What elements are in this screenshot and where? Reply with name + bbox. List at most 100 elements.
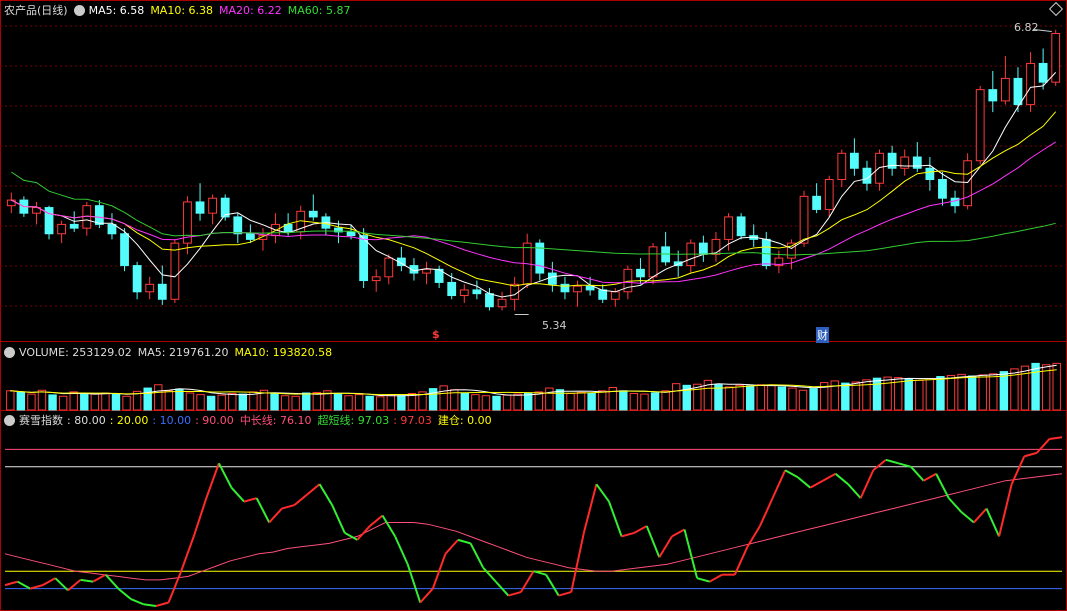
volume-bar — [735, 384, 744, 411]
short-line-segment — [293, 493, 308, 506]
dropdown-icon[interactable] — [4, 414, 15, 426]
short-line-segment — [281, 504, 295, 510]
candle-body — [371, 276, 381, 282]
volume-bar — [428, 388, 438, 411]
volume-bar — [999, 371, 1009, 411]
candle-body — [120, 233, 129, 267]
volume-bar — [978, 374, 987, 411]
volume-bar — [872, 377, 882, 411]
short-line-segment — [29, 584, 44, 590]
volume-bar — [587, 392, 596, 411]
volume-bar — [809, 388, 818, 411]
ma10-legend: MA10: 6.38 — [150, 3, 214, 17]
indicator-v90: : 90.00 — [195, 413, 234, 427]
volume-bar — [851, 381, 861, 411]
volume-bar — [619, 390, 628, 411]
candle-body — [459, 289, 469, 297]
volume-bar — [481, 395, 491, 411]
volume-bar — [1020, 365, 1030, 411]
volume-bar — [238, 393, 248, 411]
candle-body — [69, 223, 79, 229]
volume-bar — [788, 387, 797, 411]
short-line-segment — [822, 472, 836, 482]
short-line-segment — [230, 487, 245, 503]
volume-bar — [280, 395, 290, 411]
indicator-mid-line: 中长线: 76.10 — [239, 414, 312, 427]
price-legend: 农产品(日线) MA5: 6.58 MA10: 6.38 MA20: 6.22 … — [0, 2, 350, 18]
volume-bar — [58, 395, 68, 411]
volume-bar — [185, 392, 195, 411]
short-line-segment — [356, 525, 371, 541]
volume-bar — [841, 382, 850, 411]
short-line-segment — [784, 469, 799, 479]
candle-body — [849, 152, 859, 169]
short-line-segment — [621, 531, 635, 538]
candle-body — [900, 156, 910, 169]
short-line-segment — [255, 497, 271, 523]
candle-body — [359, 235, 369, 282]
candle-body — [925, 167, 935, 180]
candle-body — [233, 216, 243, 235]
short-line-segment — [733, 546, 749, 576]
volume-bar — [354, 394, 364, 411]
candle-body — [711, 238, 721, 255]
short-line-segment — [268, 507, 283, 524]
candle-body — [245, 233, 255, 240]
short-line-segment — [797, 476, 811, 489]
dropdown-icon[interactable] — [73, 4, 85, 16]
volume-bar — [386, 394, 396, 411]
candle-body — [610, 291, 620, 300]
ma5-legend: MA5: 6.58 — [88, 3, 145, 17]
short-line-segment — [1023, 451, 1038, 458]
dollar-marker[interactable]: $ — [432, 328, 440, 341]
short-line-segment — [859, 469, 875, 499]
volume-bar — [492, 395, 501, 411]
volume-bar — [545, 387, 554, 411]
short-line-segment — [608, 501, 623, 537]
candle-body — [963, 160, 973, 207]
candle-body — [547, 272, 557, 285]
indicator-v20: : 20.00 — [109, 413, 149, 427]
volume-bar — [460, 392, 469, 411]
candle-body — [988, 89, 998, 102]
low-price-label: 5.34 — [542, 319, 567, 332]
indicator-v80: : 80.00 — [67, 413, 106, 427]
short-line-segment — [923, 472, 937, 482]
candle-body — [787, 242, 796, 259]
indicator-legend: 赛雪指数 : 80.00 : 20.00 : 10.00 : 90.00 中长线… — [0, 412, 492, 428]
candle-body — [510, 283, 520, 300]
candle-body — [824, 178, 834, 210]
short-line-segment — [570, 532, 585, 593]
volume-bar — [724, 386, 734, 411]
volume-bar — [101, 392, 110, 411]
short-line-segment — [582, 483, 598, 534]
volume-bar — [206, 395, 216, 411]
volume-bar — [671, 383, 681, 411]
volume-bar — [217, 394, 226, 411]
candle-body — [107, 223, 117, 235]
short-line-segment — [318, 483, 334, 506]
volume-bar — [302, 392, 311, 411]
volume-bar — [946, 374, 956, 411]
volume-bar — [883, 376, 892, 411]
volume-bar — [915, 379, 924, 411]
short-line-segment — [457, 538, 471, 545]
candle-body — [1000, 77, 1010, 102]
candle-body — [195, 201, 205, 214]
candle-body — [837, 152, 847, 180]
candle-body — [308, 210, 318, 218]
short-line-segment — [960, 511, 975, 524]
candle-body — [497, 298, 507, 308]
candle-body — [698, 242, 708, 255]
dropdown-icon[interactable] — [4, 346, 15, 358]
finance-marker[interactable]: 财 — [816, 327, 829, 343]
volume-bar — [756, 384, 765, 411]
volume-bar — [111, 393, 121, 411]
short-line-segment — [545, 574, 560, 597]
volume-bar — [333, 393, 343, 411]
short-line-segment — [696, 577, 710, 583]
short-line-segment — [17, 580, 31, 590]
indicator-short-line: 超短线: 97.03 — [317, 414, 390, 427]
candle-body — [384, 257, 394, 278]
short-line-segment — [809, 479, 824, 489]
